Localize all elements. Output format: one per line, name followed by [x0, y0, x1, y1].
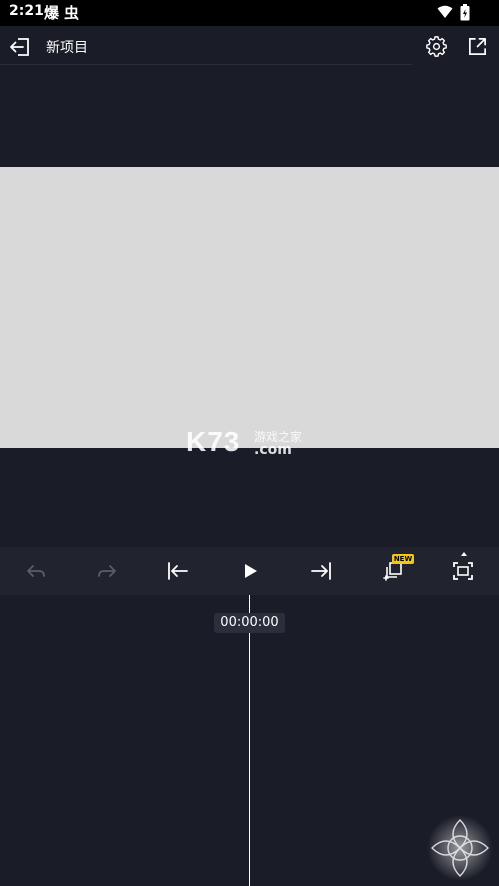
status-bar: 2:21 爆 虫 [0, 0, 499, 26]
skip-to-start-icon[interactable] [166, 559, 190, 583]
playhead-line[interactable] [249, 595, 250, 886]
site-watermark: K73 游戏之家 .com [186, 426, 316, 460]
watermark-brand: K73 [186, 426, 241, 457]
battery-icon [460, 4, 470, 21]
status-time: 2:21 [9, 3, 44, 19]
project-title: 新项目 [46, 40, 88, 56]
skip-to-end-icon[interactable] [309, 559, 333, 583]
play-icon[interactable] [238, 559, 262, 583]
app-bar-divider [0, 64, 412, 65]
timecode-label: 00:00:00 [214, 613, 285, 633]
status-notification-glyph: 虫 [64, 4, 80, 22]
preview-padding-bottom [0, 448, 499, 547]
status-notification-glyph: 爆 [44, 4, 60, 22]
wifi-icon [437, 5, 453, 18]
new-feature-badge: NEW [392, 554, 414, 564]
preview-padding-top [0, 66, 499, 167]
fullscreen-icon[interactable] [451, 559, 475, 583]
gear-icon[interactable] [426, 36, 447, 57]
export-icon[interactable] [467, 36, 488, 57]
watermark-domain: .com [254, 442, 292, 458]
video-canvas[interactable] [0, 167, 499, 448]
watermark-emblem-icon [427, 815, 493, 881]
video-editor-screen: 2:21 爆 虫 新项目 K73 游戏之家 .com NEW 00:00:00 [0, 0, 499, 886]
redo-icon[interactable] [95, 559, 119, 583]
app-bar: 新项目 [0, 26, 499, 66]
undo-icon[interactable] [24, 559, 48, 583]
playback-toolbar [0, 547, 499, 595]
caret-up-icon [461, 552, 467, 556]
back-icon[interactable] [9, 36, 31, 58]
